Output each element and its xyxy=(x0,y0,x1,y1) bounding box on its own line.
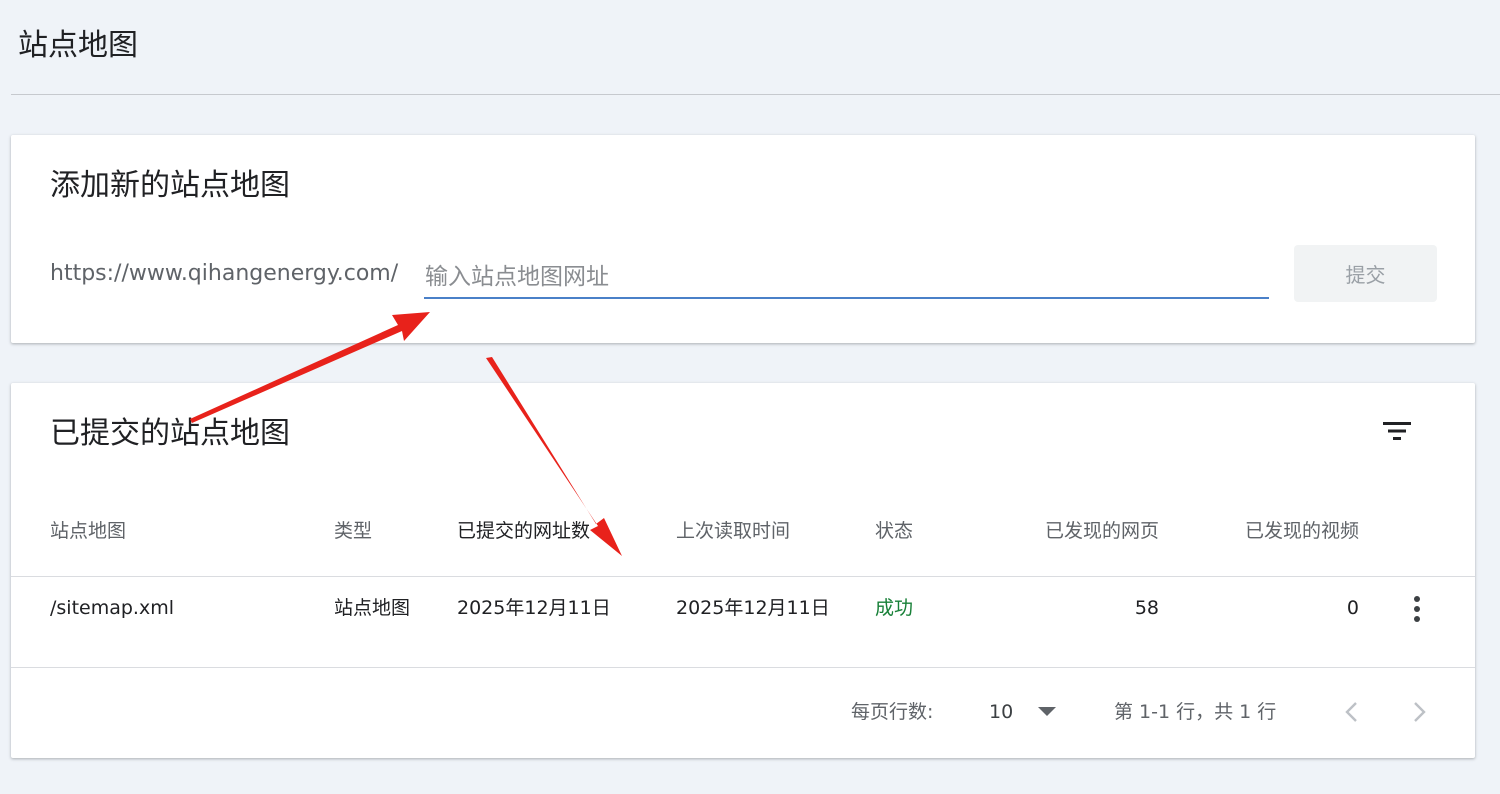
caret-down-icon xyxy=(1038,707,1057,716)
cell-last-read: 2025年12月11日 xyxy=(676,597,830,619)
next-page-button[interactable] xyxy=(1404,695,1436,729)
sort-arrow-down-icon xyxy=(596,524,610,539)
column-header-type[interactable]: 类型 xyxy=(334,516,372,546)
column-header-status[interactable]: 状态 xyxy=(875,516,913,546)
more-vertical-icon xyxy=(1414,596,1420,622)
cell-discovered-pages: 58 xyxy=(1134,597,1159,619)
add-sitemap-card: 添加新的站点地图 https://www.qihangenergy.com/ 提… xyxy=(11,135,1475,343)
submitted-sitemaps-heading: 已提交的站点地图 xyxy=(50,416,290,451)
cell-sitemap: /sitemap.xml xyxy=(50,597,175,619)
column-header-submitted-urls-label: 已提交的网址数 xyxy=(457,520,591,542)
rows-per-page-value: 10 xyxy=(989,701,1014,723)
title-divider xyxy=(11,94,1500,95)
pagination: 每页行数: 10 第 1-1 行，共 1 行 xyxy=(11,668,1475,758)
row-more-button[interactable] xyxy=(1403,593,1431,625)
cell-type: 站点地图 xyxy=(334,597,411,619)
previous-page-button[interactable] xyxy=(1335,695,1367,729)
sitemap-url-field xyxy=(424,257,1269,299)
column-header-sitemap[interactable]: 站点地图 xyxy=(50,516,126,546)
submitted-sitemaps-card: 已提交的站点地图 站点地图 类型 已提交的网址数 上次读取时间 状态 已发现的网… xyxy=(11,383,1475,758)
url-prefix: https://www.qihangenergy.com/ xyxy=(50,261,399,286)
table-header: 站点地图 类型 已提交的网址数 上次读取时间 状态 已发现的网页 已发现的视频 xyxy=(11,501,1475,577)
table-row[interactable]: /sitemap.xml 站点地图 2025年12月11日 2025年12月11… xyxy=(11,577,1475,668)
chevron-left-icon xyxy=(1345,702,1357,722)
chevron-right-icon xyxy=(1414,702,1426,722)
column-header-last-read[interactable]: 上次读取时间 xyxy=(676,516,790,546)
page-range-label: 第 1-1 行，共 1 行 xyxy=(1114,701,1277,723)
filter-icon xyxy=(1383,422,1411,440)
page-title: 站点地图 xyxy=(18,28,138,63)
rows-per-page-label: 每页行数: xyxy=(851,701,934,723)
cell-submitted-date: 2025年12月11日 xyxy=(457,597,611,619)
column-header-discovered-pages[interactable]: 已发现的网页 xyxy=(991,516,1159,546)
column-header-submitted-urls[interactable]: 已提交的网址数 xyxy=(457,516,612,546)
sitemap-url-input[interactable] xyxy=(424,257,1269,297)
rows-per-page-select[interactable]: 10 xyxy=(986,695,1061,729)
status-badge: 成功 xyxy=(875,597,914,619)
cell-discovered-videos: 0 xyxy=(1346,597,1359,619)
filter-button[interactable] xyxy=(1377,411,1417,451)
column-header-discovered-videos[interactable]: 已发现的视频 xyxy=(1189,516,1359,546)
add-sitemap-heading: 添加新的站点地图 xyxy=(50,168,290,203)
submit-button[interactable]: 提交 xyxy=(1294,245,1437,302)
